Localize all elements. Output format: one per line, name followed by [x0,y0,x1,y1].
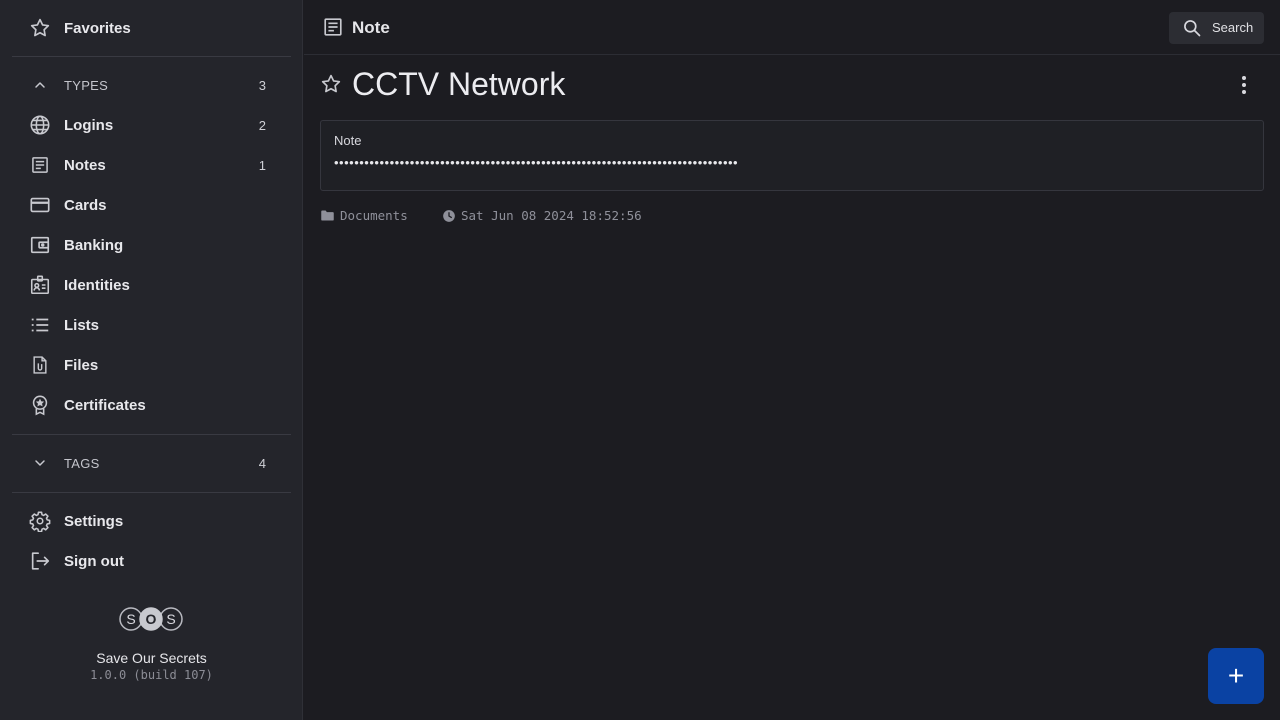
divider [12,492,291,493]
note-field-value: ••••••••••••••••••••••••••••••••••••••••… [334,155,739,170]
search-label: Search [1212,20,1254,35]
folder-name: Documents [340,208,408,223]
sidebar-item-banking[interactable]: Banking [12,227,291,263]
logo-letter: O [146,611,157,627]
timestamp-info: Sat Jun 08 2024 18:52:56 [442,208,642,223]
sidebar-item-logins[interactable]: Logins 2 [12,107,291,143]
tags-section-toggle[interactable]: TAGS 4 [12,445,291,481]
card-icon [28,193,52,217]
timestamp: Sat Jun 08 2024 18:52:56 [461,208,642,223]
chevron-up-icon [28,73,52,97]
types-section-toggle[interactable]: TYPES 3 [12,67,291,103]
sidebar-item-label: Cards [64,196,107,214]
note-field-label: Note [334,133,362,148]
item-title: CCTV Network [352,66,566,102]
sidebar-item-files[interactable]: Files [12,347,291,383]
types-section-label: TYPES [64,77,109,93]
sidebar-item-notes[interactable]: Notes 1 [12,147,291,183]
tags-count: 4 [258,455,266,471]
note-icon [322,16,344,43]
sidebar-item-label: Lists [64,316,100,334]
sidebar-item-label: Notes [64,156,106,174]
sidebar-item-certificates[interactable]: Certificates [12,387,291,423]
sidebar-item-identities[interactable]: Identities [12,267,291,303]
more-options-icon[interactable] [1232,73,1256,102]
add-item-button[interactable]: + [1208,648,1264,704]
favorite-toggle-star-icon[interactable] [320,73,342,100]
id-badge-icon [28,273,52,297]
folder-info: Documents [320,208,408,223]
globe-icon [28,113,52,137]
sidebar-item-label: Files [64,356,99,374]
page-title: Note [352,18,390,37]
sidebar-item-cards[interactable]: Cards [12,187,291,223]
app-logo: S O S [119,607,183,631]
tags-section-label: TAGS [64,455,100,471]
file-clip-icon [28,353,52,377]
app-version: 1.0.0 (build 107) [90,668,213,682]
note-icon [28,153,52,177]
sidebar-item-count: 2 [258,117,266,133]
clock-icon [443,209,455,222]
sidebar-item-label: Certificates [64,396,146,414]
sidebar-item-label: Favorites [64,19,131,37]
types-count: 3 [258,77,266,93]
sidebar-item-label: Identities [64,276,130,294]
sidebar-item-count: 1 [258,157,266,173]
star-icon [28,16,52,40]
award-icon [28,393,52,417]
search-icon [1182,18,1202,43]
sidebar: Favorites TYPES 3 Logins 2 Notes 1 Cards… [0,0,303,720]
search-button[interactable]: Search [1169,12,1264,44]
sidebar-item-label: Banking [64,236,124,254]
logo-letter: S [166,611,175,627]
list-icon [28,313,52,337]
sign-out-icon [28,549,52,573]
logo-letter: S [126,611,135,627]
wallet-icon [28,233,52,257]
chevron-down-icon [28,451,52,475]
top-bar: Note Search [304,0,1280,55]
sidebar-item-label: Settings [64,512,124,530]
sidebar-item-sign-out[interactable]: Sign out [12,543,291,579]
sidebar-item-label: Logins [64,116,114,134]
folder-icon [321,210,334,221]
sidebar-item-settings[interactable]: Settings [12,503,291,539]
sidebar-item-lists[interactable]: Lists [12,307,291,343]
divider [12,434,291,435]
sidebar-item-favorites[interactable]: Favorites [12,10,291,46]
divider [12,56,291,57]
app-name: Save Our Secrets [96,650,207,666]
gear-icon [28,509,52,533]
sidebar-item-label: Sign out [64,552,124,570]
note-field[interactable]: Note •••••••••••••••••••••••••••••••••••… [320,120,1264,191]
